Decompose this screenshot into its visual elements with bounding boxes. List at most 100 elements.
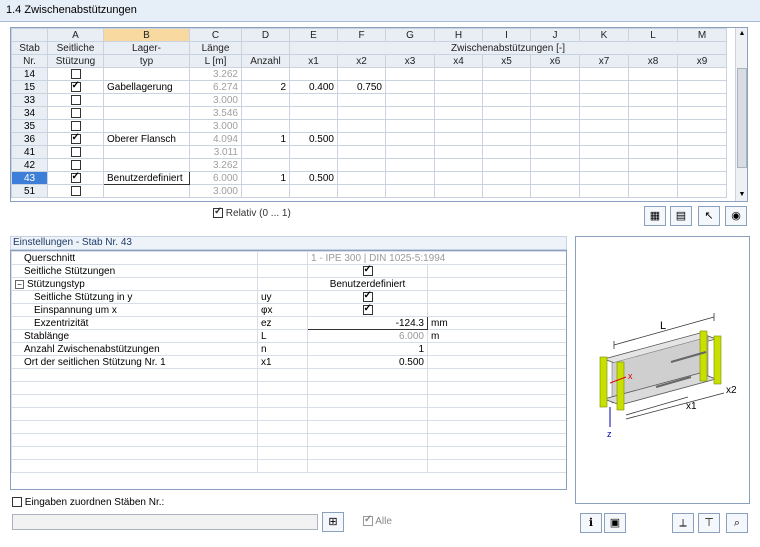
zuordnen-checkbox[interactable] [12, 497, 22, 508]
row-x-empty[interactable] [530, 145, 580, 159]
row-x-empty[interactable] [677, 171, 727, 185]
zuordnen-option[interactable]: Eingaben zuordnen Stäben Nr.: [12, 497, 164, 508]
stuetzung-y-checkbox[interactable] [362, 292, 373, 302]
row-checkbox[interactable] [70, 68, 81, 79]
view-button[interactable]: ◉ [725, 206, 747, 226]
row-checkbox-cell[interactable] [47, 184, 104, 198]
row-checkbox[interactable] [70, 134, 81, 144]
col-letter-f[interactable]: F [337, 28, 386, 42]
row-x-empty[interactable] [434, 93, 483, 107]
row-checkbox-cell[interactable] [47, 158, 104, 172]
row-x-empty[interactable] [530, 80, 580, 94]
row-x-empty[interactable] [677, 184, 727, 198]
row-checkbox-cell[interactable] [47, 80, 104, 94]
pick-member-button[interactable]: ↖ [698, 206, 720, 226]
row-stuetzungstyp[interactable]: − Stützungstyp Benutzerdefiniert [11, 277, 566, 291]
table-row[interactable]: 15 Gabellagerung6.27420.4000.750 [11, 80, 727, 94]
table-row[interactable]: 42 3.262 [11, 158, 727, 172]
row-x-empty[interactable] [434, 106, 483, 120]
row-x-empty[interactable] [385, 158, 435, 172]
row-checkbox[interactable] [70, 185, 81, 196]
row-x-empty[interactable] [628, 171, 678, 185]
row-x1[interactable] [289, 145, 338, 159]
row-x2[interactable]: 0.750 [337, 80, 386, 94]
row-x1[interactable] [289, 67, 338, 81]
row-anzahl[interactable]: Anzahl Zwischenabstützungen n 1 [11, 342, 566, 356]
row-x-empty[interactable] [482, 119, 531, 133]
table-row[interactable]: 33 3.000 [11, 93, 727, 107]
row-x-empty[interactable] [385, 119, 435, 133]
row-anzahl[interactable] [241, 145, 290, 159]
row-x-empty[interactable] [677, 119, 727, 133]
col-letter-l[interactable]: L [628, 28, 678, 42]
row-seitliche-stuetzungen[interactable]: Seitliche Stützungen [11, 264, 566, 278]
row-x-empty[interactable] [530, 106, 580, 120]
row-x-empty[interactable] [385, 67, 435, 81]
row-x-empty[interactable] [579, 171, 629, 185]
row-lagertyp[interactable] [103, 145, 190, 159]
row-checkbox[interactable] [70, 159, 81, 170]
row-x-empty[interactable] [579, 80, 629, 94]
stuetzung-y-value[interactable] [307, 290, 428, 304]
row-x2[interactable] [337, 184, 386, 198]
row-checkbox-cell[interactable] [47, 106, 104, 120]
row-x-empty[interactable] [677, 93, 727, 107]
row-lagertyp[interactable] [103, 119, 190, 133]
row-x-empty[interactable] [628, 145, 678, 159]
scroll-down-icon[interactable]: ▼ [736, 189, 747, 201]
row-checkbox[interactable] [70, 107, 81, 118]
row-x2[interactable] [337, 119, 386, 133]
stab-nr-input[interactable] [12, 514, 318, 530]
row-checkbox[interactable] [70, 82, 81, 92]
row-checkbox[interactable] [70, 173, 81, 183]
row-checkbox-cell[interactable] [47, 145, 104, 159]
row-x1[interactable] [289, 106, 338, 120]
row-lagertyp[interactable]: Gabellagerung [103, 80, 190, 94]
alle-option[interactable]: Alle [363, 514, 392, 527]
row-x-empty[interactable] [482, 106, 531, 120]
row-lagertyp[interactable] [103, 106, 190, 120]
row-x-empty[interactable] [579, 93, 629, 107]
alle-checkbox[interactable] [363, 514, 373, 527]
table-row[interactable]: 34 3.546 [11, 106, 727, 120]
row-x-empty[interactable] [482, 93, 531, 107]
row-x-empty[interactable] [482, 184, 531, 198]
col-letter-b[interactable]: B [103, 28, 190, 42]
col-letter-h[interactable]: H [434, 28, 483, 42]
row-lagertyp[interactable] [103, 93, 190, 107]
relativ-option[interactable]: Relativ (0 ... 1) [213, 206, 291, 219]
excel-import-button[interactable]: ▤ [670, 206, 692, 226]
row-x-empty[interactable] [385, 80, 435, 94]
row-lagertyp[interactable]: Benutzerdefiniert [103, 171, 190, 185]
row-lagertyp[interactable] [103, 184, 190, 198]
row-x1[interactable] [289, 93, 338, 107]
row-checkbox[interactable] [70, 146, 81, 157]
table-row[interactable]: 43 Benutzerdefiniert6.00010.500 [11, 171, 727, 185]
collapse-icon[interactable]: − [15, 279, 24, 289]
row-x-empty[interactable] [530, 132, 580, 146]
col-letter-c[interactable]: C [189, 28, 242, 42]
row-x-empty[interactable] [434, 80, 483, 94]
row-x-empty[interactable] [385, 106, 435, 120]
row-x-empty[interactable] [628, 132, 678, 146]
row-x-empty[interactable] [579, 184, 629, 198]
row-x-empty[interactable] [385, 184, 435, 198]
row-x-empty[interactable] [579, 106, 629, 120]
row-lagertyp[interactable]: Oberer Flansch [103, 132, 190, 146]
row-x1[interactable]: 0.500 [289, 132, 338, 146]
row-x-empty[interactable] [579, 67, 629, 81]
col-letter-g[interactable]: G [385, 28, 435, 42]
row-lagertyp[interactable] [103, 67, 190, 81]
info-button[interactable]: ℹ [580, 513, 602, 533]
einspannung-value[interactable] [307, 303, 428, 317]
row-x-empty[interactable] [677, 158, 727, 172]
row-x1[interactable] [289, 158, 338, 172]
col-letter-e[interactable]: E [289, 28, 338, 42]
row-x-empty[interactable] [434, 119, 483, 133]
row-x-empty[interactable] [677, 145, 727, 159]
row-x-empty[interactable] [434, 184, 483, 198]
row-x-empty[interactable] [385, 171, 435, 185]
row-x2[interactable] [337, 158, 386, 172]
row-x-empty[interactable] [385, 145, 435, 159]
row-checkbox-cell[interactable] [47, 119, 104, 133]
